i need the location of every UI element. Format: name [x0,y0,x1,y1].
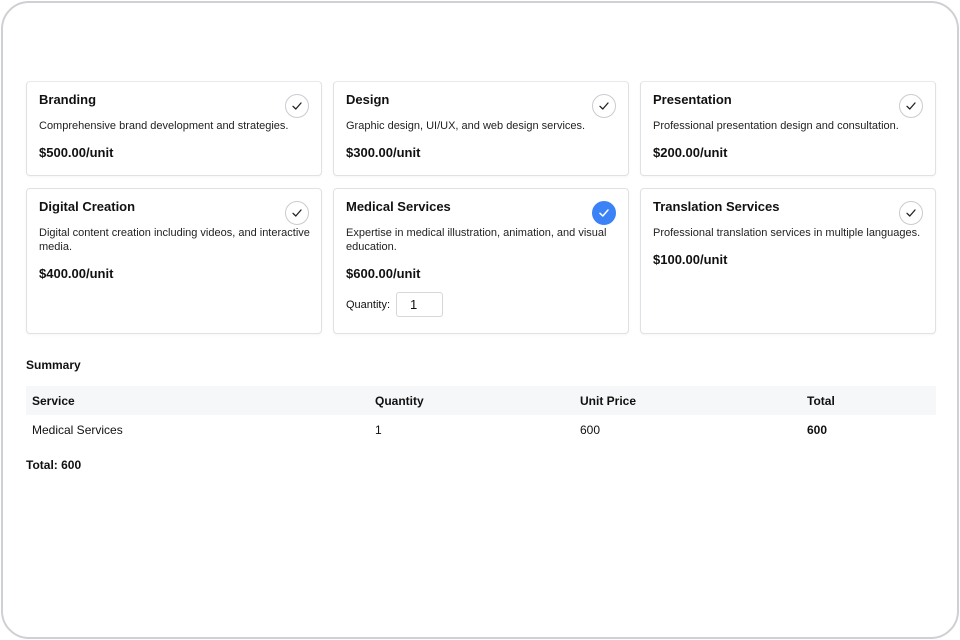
cell-service: Medical Services [32,422,123,437]
select-toggle[interactable] [285,94,309,118]
service-title: Design [346,92,390,107]
service-card-design[interactable]: Design Graphic design, UI/UX, and web de… [333,81,629,176]
summary-title: Summary [26,358,81,372]
service-card-branding[interactable]: Branding Comprehensive brand development… [26,81,322,176]
app-window: Branding Comprehensive brand development… [1,1,959,639]
service-description: Digital content creation including video… [39,227,310,253]
service-selector: Branding Comprehensive brand development… [3,3,957,637]
cell-quantity: 1 [375,422,382,437]
select-toggle-selected[interactable] [592,201,616,225]
service-card-medical-services[interactable]: Medical Services Expertise in medical il… [333,188,629,334]
column-header-service: Service [26,386,369,415]
service-description: Professional presentation design and con… [653,120,899,132]
checkmark-icon [599,209,609,217]
column-header-quantity: Quantity [369,386,574,415]
service-price: $500.00/unit [39,145,114,160]
service-description: Comprehensive brand development and stra… [39,120,289,132]
select-toggle[interactable] [592,94,616,118]
checkmark-icon [599,102,609,110]
grand-total: Total: 600 [26,458,82,472]
column-header-total: Total [801,386,936,415]
table-row: Medical Services 1 600 600 [26,415,936,444]
checkmark-icon [906,209,916,217]
service-price: $300.00/unit [346,145,421,160]
service-description: Professional translation services in mul… [653,227,921,239]
checkmark-icon [906,102,916,110]
summary-table: Service Quantity Unit Price Total Medica… [26,386,936,444]
service-price: $200.00/unit [653,145,728,160]
service-title: Presentation [653,92,732,107]
service-card-translation-services[interactable]: Translation Services Professional transl… [640,188,936,334]
service-description: Expertise in medical illustration, anima… [346,227,607,253]
service-title: Translation Services [653,199,780,214]
table-header-row: Service Quantity Unit Price Total [26,386,936,415]
column-header-unit-price: Unit Price [574,386,801,415]
cell-unit-price: 600 [580,422,601,437]
service-title: Branding [39,92,97,107]
quantity-input[interactable] [396,292,444,317]
service-card-presentation[interactable]: Presentation Professional presentation d… [640,81,936,176]
checkmark-icon [292,102,302,110]
service-price: $400.00/unit [39,266,114,281]
select-toggle[interactable] [899,201,923,225]
service-price: $100.00/unit [653,252,728,267]
select-toggle[interactable] [899,94,923,118]
checkmark-icon [292,209,302,217]
quantity-row: Quantity: [346,292,616,317]
quantity-label: Quantity: [346,298,391,311]
service-title: Digital Creation [39,199,136,214]
service-description: Graphic design, UI/UX, and web design se… [346,120,586,132]
cell-total: 600 [807,422,828,437]
service-card-digital-creation[interactable]: Digital Creation Digital content creatio… [26,188,322,334]
service-price: $600.00/unit [346,266,421,281]
select-toggle[interactable] [285,201,309,225]
service-title: Medical Services [346,199,451,214]
